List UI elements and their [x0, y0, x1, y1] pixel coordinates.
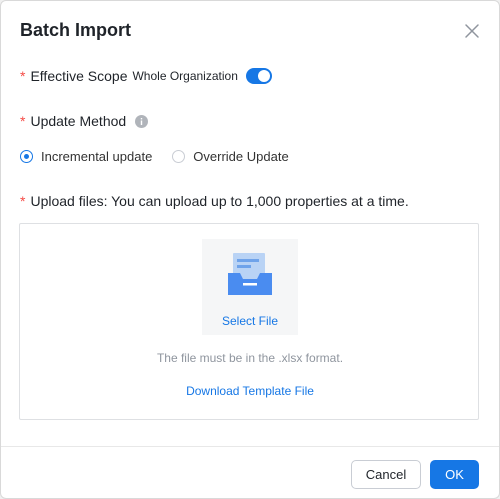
- close-icon[interactable]: [463, 22, 481, 40]
- cancel-button[interactable]: Cancel: [351, 460, 421, 489]
- radio-override-update[interactable]: Override Update: [172, 149, 289, 164]
- file-format-hint: The file must be in the .xlsx format.: [156, 351, 344, 365]
- update-method-radio-group: Incremental update Override Update: [20, 149, 309, 164]
- dialog-title: Batch Import: [20, 20, 132, 40]
- effective-scope-row: * Effective Scope Whole Organization: [20, 68, 272, 84]
- upload-dropzone[interactable]: Select File The file must be in the .xls…: [19, 223, 479, 420]
- effective-scope-toggle[interactable]: [245, 68, 272, 84]
- update-method-row: * Update Method: [20, 113, 149, 129]
- required-mark: *: [20, 113, 26, 129]
- file-tray-icon: [228, 253, 272, 295]
- update-method-label: Update Method: [30, 113, 127, 129]
- radio-incremental-update[interactable]: Incremental update: [20, 149, 152, 164]
- effective-scope-value: Whole Organization: [132, 69, 238, 83]
- radio-unchecked-icon: [172, 150, 186, 163]
- select-file-button[interactable]: Select File: [202, 239, 298, 335]
- radio-label: Incremental update: [41, 149, 153, 164]
- download-template-row: Download Template File: [20, 384, 480, 398]
- upload-files-row: * Upload files: You can upload up to 1,0…: [20, 193, 409, 209]
- effective-scope-label: Effective Scope: [30, 68, 128, 84]
- toggle-knob: [257, 70, 270, 82]
- required-mark: *: [20, 193, 26, 209]
- footer-divider: [1, 446, 499, 447]
- radio-label: Override Update: [193, 149, 289, 164]
- ok-button[interactable]: OK: [430, 460, 479, 489]
- required-mark: *: [20, 68, 26, 84]
- select-file-link[interactable]: Select File: [202, 314, 298, 328]
- batch-import-dialog: Batch Import * Effective Scope Whole Org…: [0, 0, 500, 499]
- radio-checked-icon: [20, 150, 33, 163]
- upload-files-label: Upload files: You can upload up to 1,000…: [30, 193, 409, 209]
- download-template-link[interactable]: Download Template File: [186, 384, 314, 398]
- info-icon[interactable]: [135, 114, 149, 128]
